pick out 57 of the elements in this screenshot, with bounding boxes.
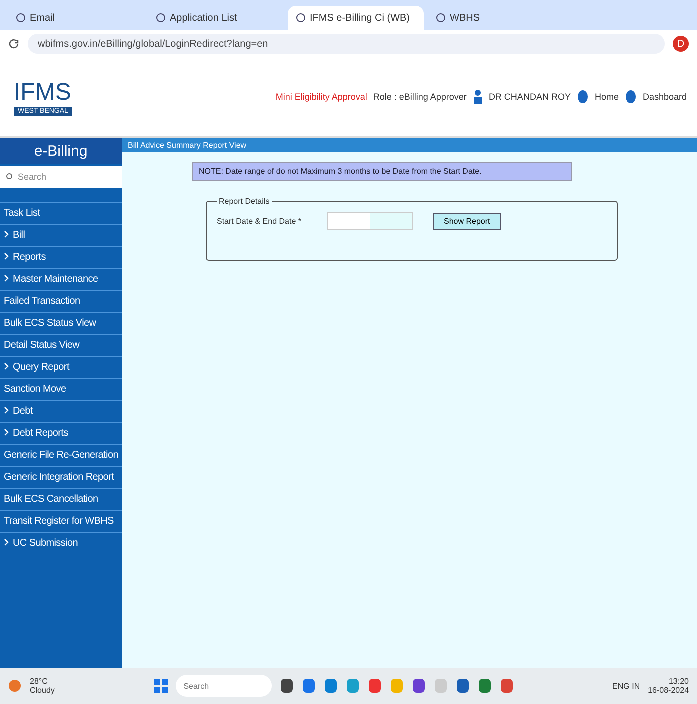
circle-icon xyxy=(624,90,637,104)
date-range-field[interactable] xyxy=(327,212,413,230)
sidebar-item[interactable]: Detail Status View xyxy=(0,334,122,356)
sidebar-item[interactable]: Master Maintenance xyxy=(0,268,122,290)
taskbar-app-icon[interactable] xyxy=(412,678,426,694)
sidebar-item[interactable]: Bill xyxy=(0,224,122,246)
page-title-bar: Bill Advice Summary Report View xyxy=(122,138,697,152)
clock-date: 16-08-2024 xyxy=(648,686,690,695)
header-link[interactable]: Dashboard xyxy=(642,92,687,102)
role-text: Role : eBilling Approver xyxy=(373,92,467,102)
taskbar-app-icon[interactable] xyxy=(302,678,316,694)
taskbar-app-icon[interactable] xyxy=(368,678,382,694)
sidebar-item[interactable]: Generic Integration Report xyxy=(0,466,122,488)
field-label: Start Date & End Date * xyxy=(217,216,302,226)
show-report-button[interactable]: Show Report xyxy=(433,212,502,230)
sidebar-item[interactable]: UC Submission xyxy=(0,532,122,554)
user-name[interactable]: DR CHANDAN ROY xyxy=(488,92,571,102)
sidebar-item[interactable]: Task List xyxy=(0,202,122,224)
sidebar-title: e-Billing xyxy=(0,138,122,164)
taskbar-app-icon[interactable] xyxy=(478,678,492,694)
weather-temperature: 28°C xyxy=(30,677,49,686)
search-icon xyxy=(6,173,14,181)
sidebar-item[interactable]: Generic File Re-Generation xyxy=(0,444,122,466)
sidebar-item[interactable]: Transit Register for WBHS xyxy=(0,510,122,532)
header-link[interactable]: Home xyxy=(594,92,619,102)
browser-tab[interactable]: WBHS xyxy=(428,6,564,30)
browser-tab[interactable]: Application List xyxy=(148,6,284,30)
sidebar-item[interactable]: Debt Reports xyxy=(0,422,122,444)
note-banner: NOTE: Date range of do not Maximum 3 months to be Date from the Start Date. xyxy=(192,162,572,181)
address-bar[interactable]: wbifms.gov.in/eBilling/global/LoginRedirect?lang=en xyxy=(28,34,665,54)
sidebar-item[interactable]: Debt xyxy=(0,400,122,422)
clock-time: 13:20 xyxy=(668,677,690,686)
browser-tab[interactable]: Email xyxy=(8,6,144,30)
sidebar-item[interactable]: Bulk ECS Status View xyxy=(0,312,122,334)
logo-text: IFMS xyxy=(14,78,72,106)
user-icon xyxy=(472,90,483,104)
windows-start-icon[interactable] xyxy=(154,679,168,693)
sidebar-item[interactable]: Reports xyxy=(0,246,122,268)
panel-legend: Report Details xyxy=(217,197,272,206)
language-indicator: ENG IN xyxy=(612,682,640,690)
alert-link[interactable]: Mini Eligibility Approval xyxy=(276,92,368,102)
taskbar-search-field[interactable]: Search xyxy=(176,675,272,697)
weather-text: Cloudy xyxy=(30,686,55,695)
sidebar-item[interactable]: Query Report xyxy=(0,356,122,378)
taskbar-app-icon[interactable] xyxy=(280,678,294,694)
taskbar-app-icon[interactable] xyxy=(456,678,470,694)
weather-icon xyxy=(8,679,22,693)
sidebar-search-field[interactable]: Search xyxy=(0,166,122,188)
taskbar-app-icon[interactable] xyxy=(324,678,338,694)
taskbar-app-icon[interactable] xyxy=(500,678,514,694)
reload-icon[interactable] xyxy=(8,38,20,50)
browser-tab[interactable]: IFMS e-Billing Ci (WB) xyxy=(288,6,424,30)
profile-avatar[interactable]: D xyxy=(673,36,689,52)
sidebar-item[interactable]: Failed Transaction xyxy=(0,290,122,312)
sidebar-item[interactable]: Bulk ECS Cancellation xyxy=(0,488,122,510)
circle-icon xyxy=(576,90,589,104)
sidebar-item[interactable]: Sanction Move xyxy=(0,378,122,400)
